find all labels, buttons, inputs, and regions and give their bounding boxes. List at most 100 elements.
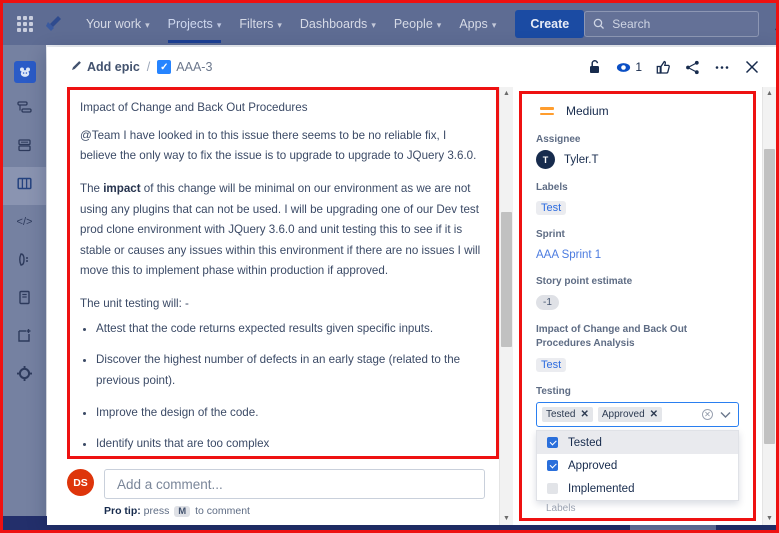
sidebar-item-project-pages[interactable] [3,281,46,319]
more-ellipsis-icon[interactable] [714,60,730,75]
field-label: Labels [536,182,568,193]
pencil-icon [71,60,82,74]
remove-tag-x-icon[interactable]: ✕ [580,409,588,420]
add-epic-button[interactable]: Add epic [71,60,140,74]
issue-key-label: AAA-3 [176,60,213,74]
field-label: Story point estimate [536,276,633,287]
content-scrollbar[interactable]: ▲ ▼ [499,87,513,525]
sidebar-item-releases[interactable] [3,243,46,281]
nav-apps[interactable]: Apps ▾ [450,5,505,43]
story-point-value[interactable]: -1 [536,295,559,310]
assignee-value[interactable]: T Tyler.T [536,150,739,169]
impact-analysis-value[interactable]: Test [536,358,567,372]
option-tested[interactable]: Tested [537,431,738,454]
field-sprint: Sprint AAA Sprint 1 [536,229,739,263]
list-item: Improve the design of the code. [96,403,484,424]
chevron-down-icon: ▾ [436,20,442,30]
tag-label: Tested [546,409,576,420]
watchers-control[interactable]: 1 [616,60,642,75]
nav-apps-label: Apps [459,17,488,31]
p2-rest: of this change will be minimal on our en… [80,181,481,278]
field-testing: Testing Tested ✕ Approved ✕ ✕ Tested App… [536,386,739,501]
issue-detail-modal: Add epic / ✓ AAA-3 1 Impact of Change an… [47,47,776,525]
issue-description: Impact of Change and Back Out Procedures… [80,98,484,456]
comment-placeholder: Add a comment... [117,476,223,492]
project-pages-icon [16,289,33,311]
nav-dashboards[interactable]: Dashboards ▾ [291,5,385,43]
protip-after: to comment [192,505,250,517]
scroll-up-arrow-icon[interactable]: ▲ [763,87,776,100]
label-chip[interactable]: Test [536,201,567,215]
field-label: Sprint [536,229,565,240]
thumbs-up-icon[interactable] [656,60,671,75]
comment-column: Add a comment... Pro tip: press M to com… [104,469,485,517]
testing-multiselect[interactable]: Tested ✕ Approved ✕ ✕ [536,402,739,427]
nav-your-work[interactable]: Your work ▾ [77,5,159,43]
p2-bold: impact [103,181,141,195]
sprint-link[interactable]: AAA Sprint 1 [536,249,601,261]
protip-bold: Pro tip: [104,505,141,517]
tag-tested[interactable]: Tested ✕ [542,407,593,422]
create-button[interactable]: Create [515,10,585,38]
scroll-up-arrow-icon[interactable]: ▲ [500,87,513,100]
board-columns-icon [16,175,33,197]
project-avatar-icon [13,61,36,83]
field-label: Assignee [536,134,581,145]
nav-projects[interactable]: Projects ▾ [159,5,231,43]
issue-key-link[interactable]: ✓ AAA-3 [157,60,212,74]
list-item: Attest that the code returns expected re… [96,319,484,340]
field-impact-analysis: Impact of Change and Back Out Procedures… [536,323,739,373]
comment-pro-tip: Pro tip: press M to comment [104,505,485,517]
option-approved[interactable]: Approved [537,454,738,477]
option-label: Tested [568,436,602,449]
comment-input[interactable]: Add a comment... [104,469,485,499]
sidebar-item-board[interactable] [3,167,46,205]
add-comment-section: DS Add a comment... Pro tip: press M to … [47,459,499,525]
breadcrumb: Add epic / ✓ AAA-3 [71,60,212,74]
nav-filters[interactable]: Filters ▾ [230,5,291,43]
nav-people[interactable]: People ▾ [385,5,450,43]
unlock-icon[interactable] [588,59,602,75]
notifications-bell-icon[interactable] [773,17,776,32]
checkbox-unchecked-icon[interactable] [547,483,558,494]
scrollbar-thumb[interactable] [764,149,775,444]
option-implemented[interactable]: Implemented [537,477,738,500]
watch-count: 1 [635,60,642,74]
search-input[interactable]: Search [584,11,760,37]
eye-watchers-icon [616,60,631,75]
scroll-down-arrow-icon[interactable]: ▼ [500,512,513,525]
avatar: T [536,150,555,169]
details-scrollbar[interactable]: ▲ ▼ [762,87,776,525]
field-label: Impact of Change and Back Out Procedures… [536,324,688,349]
sidebar-item-project-settings[interactable] [3,357,46,395]
nav-people-label: People [393,17,433,31]
list-item: Identify units that are too complex [96,434,484,455]
description-highlight-box: Impact of Change and Back Out Procedures… [67,87,499,459]
tag-approved[interactable]: Approved ✕ [597,407,663,422]
project-avatar[interactable] [3,53,46,91]
chevron-down-icon[interactable] [720,406,731,424]
unit-testing-list: Attest that the code returns expected re… [96,319,484,455]
clear-all-icon[interactable]: ✕ [702,409,713,420]
share-icon[interactable] [685,60,700,75]
chevron-down-icon: ▾ [277,20,282,30]
scroll-down-arrow-icon[interactable]: ▼ [763,512,776,525]
remove-tag-x-icon[interactable]: ✕ [650,409,658,420]
modal-header: Add epic / ✓ AAA-3 1 [47,47,776,87]
sidebar-item-code[interactable]: </> [3,205,46,243]
sidebar-item-roadmap[interactable] [3,91,46,129]
apps-grid-icon[interactable] [17,16,33,32]
sidebar-item-add[interactable] [3,319,46,357]
checkbox-checked-icon[interactable] [547,437,558,448]
description-paragraph-1: @Team I have looked in to this issue the… [80,128,477,163]
priority-field[interactable]: Medium [540,104,739,118]
scrollbar-thumb[interactable] [501,212,512,347]
issue-content-column: Impact of Change and Back Out Procedures… [47,87,499,525]
priority-label: Medium [566,104,609,118]
description-paragraph-2: The impact of this change will be minima… [80,179,484,282]
checkbox-checked-icon[interactable] [547,460,558,471]
jira-logo-icon[interactable] [43,14,63,34]
protip-before: press [140,505,173,517]
close-x-icon[interactable] [744,59,760,75]
sidebar-item-backlog[interactable] [3,129,46,167]
